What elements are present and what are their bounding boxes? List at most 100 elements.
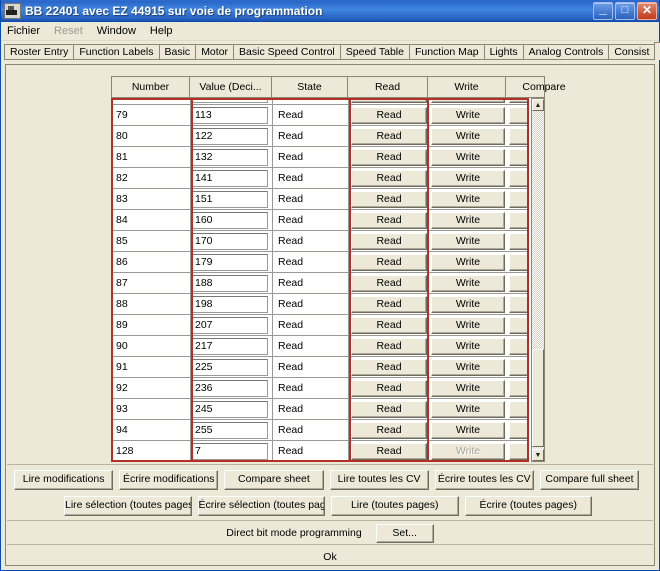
ecrire-toutes-pages-button[interactable]: Écrire (toutes pages) — [464, 496, 592, 516]
table-row[interactable]: 94255ReadReadWriteComp... — [113, 420, 527, 441]
read-button[interactable]: Read — [351, 274, 427, 292]
compare-button[interactable]: Comp... — [509, 211, 527, 229]
scroll-down-icon[interactable]: ▼ — [532, 449, 544, 461]
write-button[interactable]: Write — [431, 274, 505, 292]
compare-button[interactable]: Comp... — [509, 148, 527, 166]
read-button[interactable]: Read — [351, 148, 427, 166]
table-vertical-scrollbar[interactable]: ▲ ▼ — [531, 98, 545, 462]
tab-analog-controls[interactable]: Analog Controls — [522, 44, 610, 60]
value-input[interactable]: 113 — [192, 106, 268, 124]
compare-button[interactable]: Comp... — [509, 421, 527, 439]
table-row[interactable]: 91225ReadReadWriteComp... — [113, 357, 527, 378]
write-button[interactable]: Write — [431, 100, 505, 103]
read-button[interactable]: Read — [351, 190, 427, 208]
write-button[interactable]: Write — [431, 148, 505, 166]
read-button[interactable]: Read — [351, 442, 427, 460]
read-button[interactable]: Read — [351, 337, 427, 355]
value-input[interactable]: 179 — [192, 253, 268, 271]
read-button[interactable]: Read — [351, 169, 427, 187]
write-button[interactable]: Write — [431, 106, 505, 124]
compare-button[interactable]: Comp... — [509, 190, 527, 208]
ecrire-modifications-button[interactable]: Écrire modifications — [119, 470, 219, 490]
value-input[interactable]: 255 — [192, 421, 268, 439]
tab-lights[interactable]: Lights — [483, 44, 524, 60]
read-button[interactable]: Read — [351, 253, 427, 271]
value-input[interactable]: 170 — [192, 232, 268, 250]
read-button[interactable]: Read — [351, 316, 427, 334]
compare-full-sheet-button[interactable]: Compare full sheet — [539, 470, 640, 490]
table-row[interactable]: 93245ReadReadWriteComp... — [113, 399, 527, 420]
compare-button[interactable]: Comp... — [509, 295, 527, 313]
tab-roster-entry[interactable]: Roster Entry — [4, 44, 75, 60]
value-input[interactable]: 103 — [192, 100, 268, 103]
close-button[interactable]: ✕ — [637, 1, 657, 20]
read-button[interactable]: Read — [351, 127, 427, 145]
table-row[interactable]: 87188ReadReadWriteComp... — [113, 273, 527, 294]
table-row[interactable]: 88198ReadReadWriteComp... — [113, 294, 527, 315]
write-button[interactable]: Write — [431, 295, 505, 313]
table-row[interactable]: 83151ReadReadWriteComp... — [113, 189, 527, 210]
read-button[interactable]: Read — [351, 211, 427, 229]
value-input[interactable]: 132 — [192, 148, 268, 166]
tab-function-map[interactable]: Function Map — [408, 44, 485, 60]
write-button[interactable]: Write — [431, 211, 505, 229]
value-input[interactable]: 122 — [192, 127, 268, 145]
tab-function-labels[interactable]: Function Labels — [73, 44, 160, 60]
read-button[interactable]: Read — [351, 400, 427, 418]
read-button[interactable]: Read — [351, 358, 427, 376]
value-input[interactable]: 151 — [192, 190, 268, 208]
compare-button[interactable]: Comp... — [509, 169, 527, 187]
table-row[interactable]: 92236ReadReadWriteComp... — [113, 378, 527, 399]
write-button[interactable]: Write — [431, 379, 505, 397]
value-input[interactable]: 198 — [192, 295, 268, 313]
read-button[interactable]: Read — [351, 421, 427, 439]
value-input[interactable]: 7 — [192, 442, 268, 460]
compare-button[interactable]: Comp... — [509, 379, 527, 397]
menu-item-fichier[interactable]: Fichier — [7, 25, 40, 37]
write-button[interactable]: Write — [431, 169, 505, 187]
tab-speed-table[interactable]: Speed Table — [339, 44, 410, 60]
tab-basic-speed-control[interactable]: Basic Speed Control — [233, 44, 341, 60]
value-input[interactable]: 160 — [192, 211, 268, 229]
tab-motor[interactable]: Motor — [195, 44, 235, 60]
write-button[interactable]: Write — [431, 337, 505, 355]
lire-toutes-pages-button[interactable]: Lire (toutes pages) — [331, 496, 459, 516]
lire-selection-toutes-pages-button[interactable]: Lire sélection (toutes pages) — [64, 496, 192, 516]
write-button[interactable]: Write — [431, 400, 505, 418]
compare-button[interactable]: Comp... — [509, 253, 527, 271]
write-button[interactable]: Write — [431, 190, 505, 208]
read-button[interactable]: Read — [351, 106, 427, 124]
scroll-up-icon[interactable]: ▲ — [532, 99, 544, 111]
table-row[interactable]: 78103 ReadRead Write Comp... — [113, 100, 527, 105]
lire-modifications-button[interactable]: Lire modifications — [14, 470, 114, 490]
table-row[interactable]: 89207ReadReadWriteComp... — [113, 315, 527, 336]
compare-button[interactable]: Comp... — [509, 127, 527, 145]
table-row[interactable]: 86179ReadReadWriteComp... — [113, 252, 527, 273]
compare-sheet-button[interactable]: Compare sheet — [224, 470, 324, 490]
value-input[interactable]: 207 — [192, 316, 268, 334]
table-row[interactable]: 85170ReadReadWriteComp... — [113, 231, 527, 252]
compare-button[interactable]: Comp... — [509, 106, 527, 124]
table-row[interactable]: 90217ReadReadWriteComp... — [113, 336, 527, 357]
tab-consist[interactable]: Consist — [608, 44, 656, 60]
table-row[interactable]: 82141ReadReadWriteComp... — [113, 168, 527, 189]
read-button[interactable]: Read — [351, 295, 427, 313]
compare-button[interactable]: Comp... — [509, 358, 527, 376]
table-row[interactable]: 80122ReadReadWriteComp... — [113, 126, 527, 147]
value-input[interactable]: 188 — [192, 274, 268, 292]
maximize-button[interactable]: □ — [615, 1, 635, 20]
write-button[interactable]: Write — [431, 316, 505, 334]
write-button[interactable]: Write — [431, 421, 505, 439]
tab-basic[interactable]: Basic — [158, 44, 197, 60]
write-button[interactable]: Write — [431, 232, 505, 250]
write-button[interactable]: Write — [431, 253, 505, 271]
compare-button[interactable]: Comp... — [509, 400, 527, 418]
table-row[interactable]: 79113ReadReadWriteComp... — [113, 105, 527, 126]
value-input[interactable]: 245 — [192, 400, 268, 418]
table-row[interactable]: 1287ReadReadWriteComp... — [113, 441, 527, 460]
write-button[interactable]: Write — [431, 127, 505, 145]
ecrire-selection-toutes-pages-button[interactable]: Écrire sélection (toutes pages) — [197, 496, 325, 516]
minimize-button[interactable]: _ — [593, 1, 613, 20]
write-button[interactable]: Write — [431, 358, 505, 376]
compare-button[interactable]: Comp... — [509, 337, 527, 355]
